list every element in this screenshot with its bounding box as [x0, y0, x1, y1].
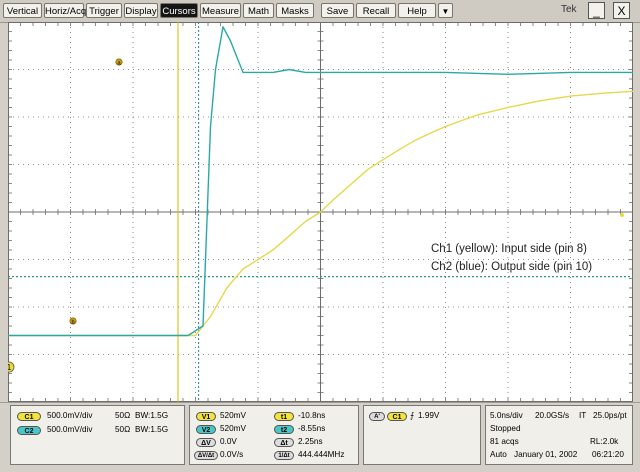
- inv-dt-badge: 1/Δt: [274, 451, 294, 460]
- trigger-panel: A' C1 ⨍ 1.99V: [363, 405, 481, 465]
- channel-panel: C1 500.0mV/div 50Ω BW:1.5G C2 500.0mV/di…: [10, 405, 185, 465]
- ch2-scale: 500.0mV/div: [47, 425, 93, 434]
- run-state: Stopped: [490, 424, 521, 433]
- menu-vertical[interactable]: Vertical: [3, 3, 42, 18]
- v1-value: 520mV: [220, 411, 246, 420]
- trigger-mode-badge[interactable]: A': [369, 412, 385, 421]
- menu-dropdown-button[interactable]: ▼: [438, 3, 453, 18]
- acq-mode: IT: [579, 411, 587, 420]
- timebase: 5.0ns/div: [490, 411, 523, 420]
- delta-t-value: 2.25ns: [298, 437, 323, 446]
- v2-badge: V2: [196, 425, 216, 434]
- delta-t-badge: Δt: [274, 438, 294, 447]
- menu-math[interactable]: Math: [243, 3, 274, 18]
- menu-help[interactable]: Help: [398, 3, 436, 18]
- trigger-level-marker[interactable]: [620, 213, 624, 217]
- trigger-level: 1.99V: [418, 411, 440, 420]
- trigger-slope-icon: ⨍: [410, 411, 415, 420]
- dvdt-value: 0.0V/s: [220, 450, 244, 459]
- menu-recall[interactable]: Recall: [356, 3, 396, 18]
- t2-value: -8.55ns: [298, 424, 326, 433]
- menu-measure[interactable]: Measure: [200, 3, 241, 18]
- inv-dt-value: 444.444MHz: [298, 450, 345, 459]
- record-length: RL:2.0k: [590, 437, 619, 446]
- menu-masks[interactable]: Masks: [276, 3, 314, 18]
- menu-bar: Vertical Horiz/Acq Trigger Display Curso…: [0, 0, 640, 23]
- menu-display[interactable]: Display: [124, 3, 158, 18]
- resolution: 25.0ps/pt: [593, 411, 627, 420]
- date: January 01, 2002: [514, 450, 578, 459]
- cursor-b-label: b: [71, 320, 74, 326]
- annotation-ch1: Ch1 (yellow): Input side (pin 8): [431, 243, 587, 255]
- ch1-bandwidth: BW:1.5G: [135, 411, 169, 420]
- ch2-badge[interactable]: C2: [17, 426, 41, 435]
- menu-cursors[interactable]: Cursors: [160, 3, 198, 18]
- ch1-badge[interactable]: C1: [17, 412, 41, 421]
- time: 06:21:20: [592, 450, 624, 459]
- t1-badge: t1: [274, 412, 294, 421]
- tek-logo: Tek: [561, 4, 577, 15]
- v1-badge: V1: [196, 412, 216, 421]
- waveform-display: a b 1 Ch1 (yellow): Input side (pin 8) C…: [8, 22, 633, 402]
- minimize-button[interactable]: _: [588, 2, 605, 19]
- ch1-impedance: 50Ω: [115, 411, 131, 420]
- acq-count: 81 acqs: [490, 437, 519, 446]
- ch2-bandwidth: BW:1.5G: [135, 425, 169, 434]
- trigger-auto: Auto: [490, 450, 507, 459]
- ch1-ground-label: 1: [8, 363, 12, 372]
- menu-trigger[interactable]: Trigger: [86, 3, 122, 18]
- ch2-impedance: 50Ω: [115, 425, 131, 434]
- annotation-ch2: Ch2 (blue): Output side (pin 10): [431, 261, 592, 273]
- v2-value: 520mV: [220, 424, 246, 433]
- ch1-scale: 500.0mV/div: [47, 411, 93, 420]
- waveform-plot: a b 1 Ch1 (yellow): Input side (pin 8) C…: [8, 22, 633, 402]
- close-button[interactable]: X: [613, 2, 630, 19]
- delta-v-value: 0.0V: [220, 437, 237, 446]
- trigger-source-badge[interactable]: C1: [387, 412, 407, 421]
- dvdt-badge: ΔV/Δt: [194, 451, 218, 460]
- t2-badge: t2: [274, 425, 294, 434]
- menu-horiz-acq[interactable]: Horiz/Acq: [44, 3, 86, 18]
- menu-save[interactable]: Save: [321, 3, 354, 18]
- acquisition-panel: 5.0ns/div 20.0GS/s IT 25.0ps/pt Stopped …: [485, 405, 633, 465]
- cursor-readout-panel: V1 520mV t1 -10.8ns V2 520mV t2 -8.55ns …: [189, 405, 359, 465]
- sample-rate: 20.0GS/s: [535, 411, 570, 420]
- delta-v-badge: ΔV: [196, 438, 216, 447]
- t1-value: -10.8ns: [298, 411, 326, 420]
